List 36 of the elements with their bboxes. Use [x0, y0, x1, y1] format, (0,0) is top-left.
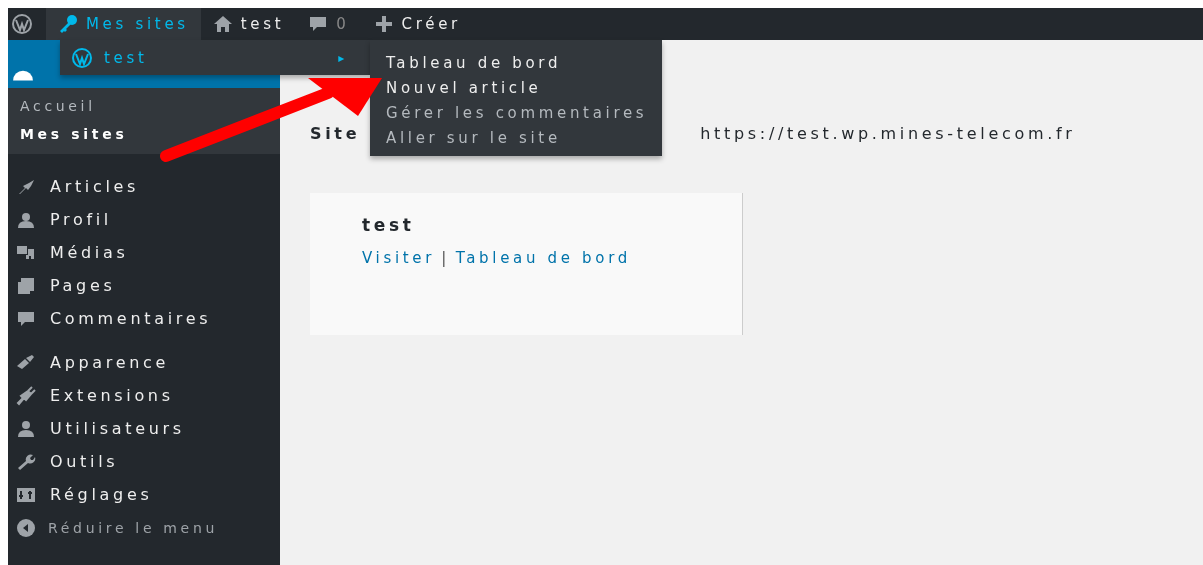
submenu-item[interactable]: Mes sites — [8, 126, 280, 142]
admin-bar-item[interactable]: Créer — [361, 8, 473, 40]
submenu-arrow: ▸ — [338, 50, 348, 65]
submenu-link[interactable]: Tableau de bord — [386, 53, 562, 72]
menu-item[interactable]: Réglages — [8, 478, 280, 511]
submenu-link[interactable]: Nouvel article — [386, 78, 542, 97]
menu-item[interactable]: Commentaires — [8, 302, 280, 335]
site-url: https://test.wp.mines-telecom.fr — [700, 124, 1076, 143]
visit-link[interactable]: Visiter — [362, 249, 436, 267]
submenu-link[interactable]: Gérer les commentaires — [386, 103, 648, 122]
menu-item[interactable]: Extensions — [8, 379, 280, 412]
plus-icon — [373, 14, 394, 34]
menu-item[interactable]: Pages — [8, 269, 280, 302]
collapse-menu-button[interactable]: Réduire le menu — [8, 511, 280, 544]
wordpress-logo-icon[interactable] — [12, 14, 32, 34]
site-label: Site — [310, 124, 361, 143]
home-icon — [212, 14, 233, 34]
admin-bar-item[interactable]: 0 — [296, 8, 362, 40]
admin-bar-item[interactable]: test — [200, 8, 297, 40]
site-menu-item[interactable]: test — [60, 47, 339, 68]
menu-item[interactable]: Apparence — [8, 346, 280, 379]
key-icon — [58, 14, 78, 34]
menu-item[interactable]: Articles — [8, 170, 280, 203]
menu-item[interactable]: Médias — [8, 236, 280, 269]
comment-icon — [308, 14, 329, 34]
admin-bar-item[interactable]: Mes sites — [46, 8, 201, 40]
submenu-link[interactable]: Aller sur le site — [386, 128, 561, 147]
link-separator: | — [441, 249, 450, 267]
menu-item[interactable]: Profil — [8, 203, 280, 236]
submenu-item[interactable]: Accueil — [8, 98, 280, 114]
wordpress-logo-icon[interactable] — [72, 47, 92, 68]
collapse-icon — [16, 517, 36, 538]
site-title: test — [362, 215, 416, 235]
menu-item[interactable]: Utilisateurs — [8, 412, 280, 445]
menu-item[interactable]: Outils — [8, 445, 280, 478]
dashboard-link[interactable]: Tableau de bord — [455, 249, 631, 267]
